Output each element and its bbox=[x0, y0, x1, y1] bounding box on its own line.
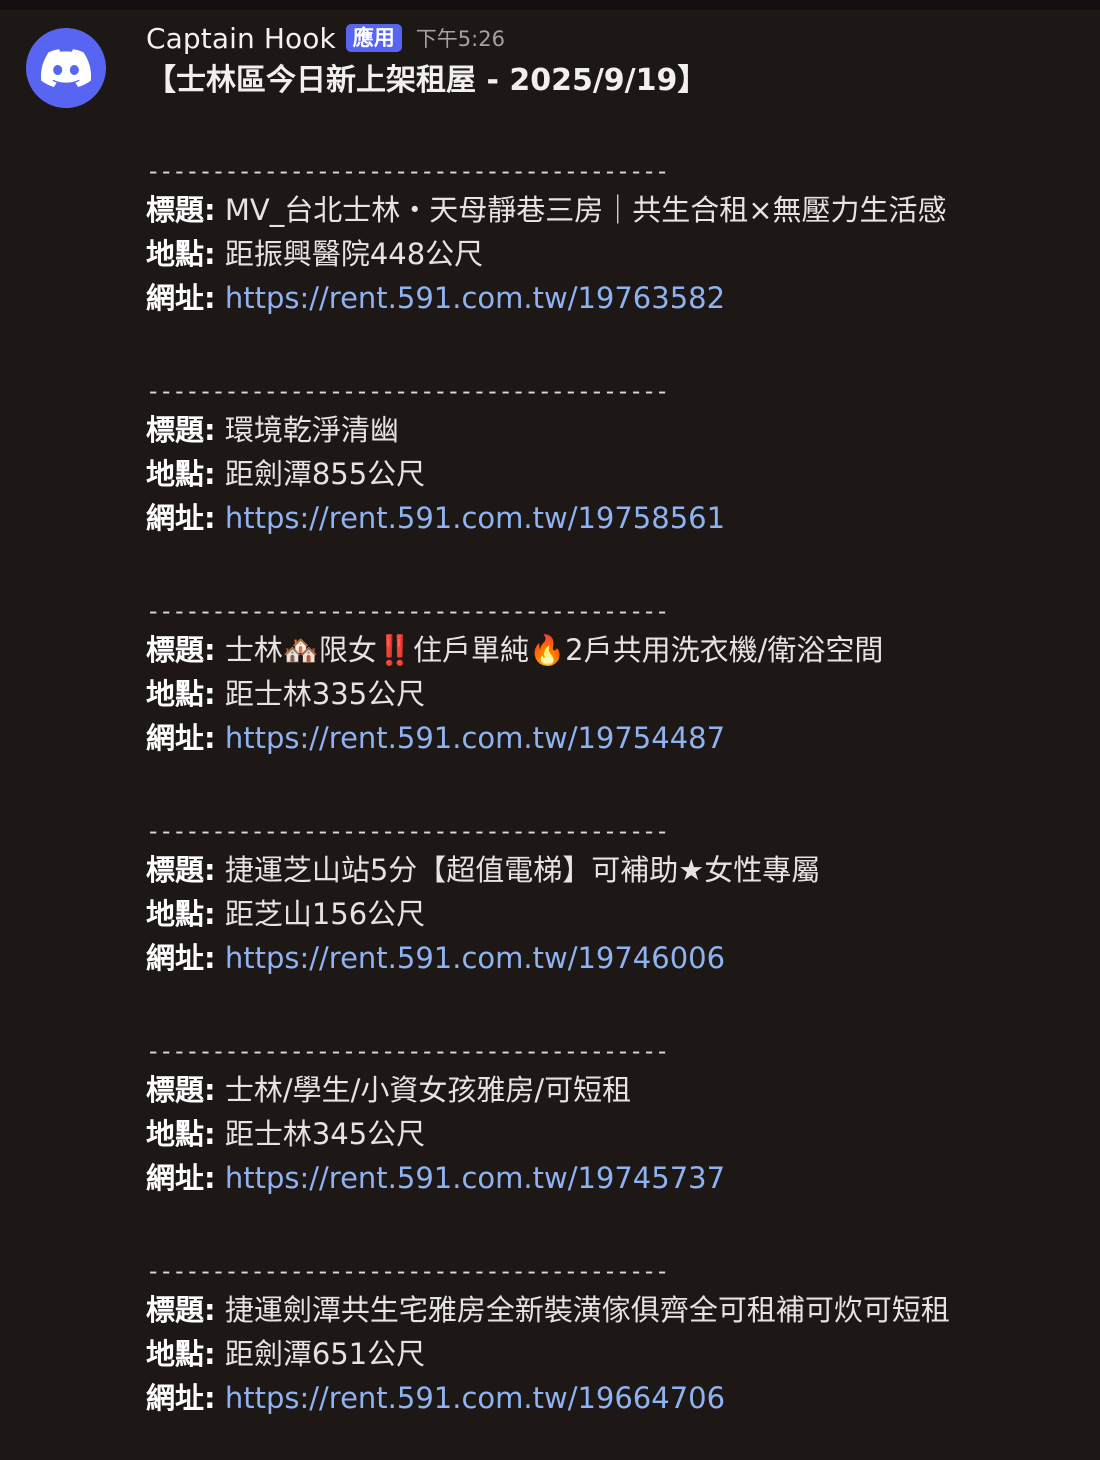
avatar[interactable] bbox=[26, 28, 106, 108]
title-label: 標題: bbox=[146, 633, 216, 667]
divider-line: ---------------------------------------- bbox=[146, 1257, 669, 1285]
listing-item: ----------------------------------------… bbox=[146, 1254, 1086, 1420]
divider-line: ---------------------------------------- bbox=[146, 817, 669, 845]
location-label: 地點: bbox=[146, 897, 216, 931]
listing-title: 士林🏘️限女‼️住戶單純🔥2戶共用洗衣機/衛浴空間 bbox=[224, 633, 884, 667]
title-label: 標題: bbox=[146, 1293, 216, 1327]
location-label: 地點: bbox=[146, 1337, 216, 1371]
listing-item: ----------------------------------------… bbox=[146, 594, 1086, 760]
listing-link[interactable]: https://rent.591.com.tw/19746006 bbox=[225, 941, 725, 975]
listing-title: MV_台北士林・天母靜巷三房｜共生合租×無壓力生活感 bbox=[224, 193, 947, 227]
author-name[interactable]: Captain Hook bbox=[146, 22, 336, 55]
location-label: 地點: bbox=[146, 1117, 216, 1151]
listing-title-row: 標題: 士林/學生/小資女孩雅房/可短租 bbox=[146, 1068, 1086, 1112]
listing-location: 距士林345公尺 bbox=[224, 1117, 426, 1151]
listing-title-row: 標題: MV_台北士林・天母靜巷三房｜共生合租×無壓力生活感 bbox=[146, 188, 1086, 232]
listing-title-row: 標題: 環境乾淨清幽 bbox=[146, 408, 1086, 452]
listing-location-row: 地點: 距振興醫院448公尺 bbox=[146, 232, 1086, 276]
listing-title: 捷運芝山站5分【超值電梯】可補助★女性專屬 bbox=[224, 853, 821, 887]
listing-title-row: 標題: 捷運劍潭共生宅雅房全新裝潢傢俱齊全可租補可炊可短租 bbox=[146, 1288, 1086, 1332]
url-label: 網址: bbox=[146, 281, 216, 315]
message-content: 【士林區今日新上架租屋 - 2025/9/19】 ---------------… bbox=[146, 56, 1086, 1415]
app-badge: 應用 bbox=[345, 24, 402, 52]
listing-link[interactable]: https://rent.591.com.tw/19758561 bbox=[225, 501, 725, 535]
listing-item: ----------------------------------------… bbox=[146, 1034, 1086, 1200]
listing-title: 捷運劍潭共生宅雅房全新裝潢傢俱齊全可租補可炊可短租 bbox=[224, 1293, 950, 1327]
url-label: 網址: bbox=[146, 501, 216, 535]
top-strip bbox=[0, 0, 1100, 10]
listing-item: ----------------------------------------… bbox=[146, 154, 1086, 320]
url-label: 網址: bbox=[146, 1161, 216, 1195]
listing-location: 距劍潭855公尺 bbox=[224, 457, 426, 491]
listing-url-row: 網址: https://rent.591.com.tw/19745737 bbox=[146, 1156, 1086, 1200]
discord-logo-icon bbox=[41, 49, 91, 87]
divider-line: ---------------------------------------- bbox=[146, 1037, 669, 1065]
listing-location: 距劍潭651公尺 bbox=[224, 1337, 426, 1371]
divider-line: ---------------------------------------- bbox=[146, 597, 669, 625]
listing-item: ----------------------------------------… bbox=[146, 814, 1086, 980]
listing-title-row: 標題: 捷運芝山站5分【超值電梯】可補助★女性專屬 bbox=[146, 848, 1086, 892]
message-headline: 【士林區今日新上架租屋 - 2025/9/19】 bbox=[146, 63, 708, 98]
url-label: 網址: bbox=[146, 1381, 216, 1415]
listing-location-row: 地點: 距士林335公尺 bbox=[146, 672, 1086, 716]
title-label: 標題: bbox=[146, 413, 216, 447]
divider-line: ---------------------------------------- bbox=[146, 377, 669, 405]
listing-url-row: 網址: https://rent.591.com.tw/19664706 bbox=[146, 1376, 1086, 1420]
divider-line: ---------------------------------------- bbox=[146, 157, 669, 185]
listing-title: 士林/學生/小資女孩雅房/可短租 bbox=[224, 1073, 632, 1107]
listing-location-row: 地點: 距士林345公尺 bbox=[146, 1112, 1086, 1156]
listing-link[interactable]: https://rent.591.com.tw/19745737 bbox=[225, 1161, 725, 1195]
location-label: 地點: bbox=[146, 677, 216, 711]
listing-location-row: 地點: 距劍潭651公尺 bbox=[146, 1332, 1086, 1376]
title-label: 標題: bbox=[146, 193, 216, 227]
listing-link[interactable]: https://rent.591.com.tw/19763582 bbox=[225, 281, 725, 315]
message-header: Captain Hook 應用 下午5:26 bbox=[146, 16, 505, 60]
location-label: 地點: bbox=[146, 457, 216, 491]
listing-title-row: 標題: 士林🏘️限女‼️住戶單純🔥2戶共用洗衣機/衛浴空間 bbox=[146, 628, 1086, 672]
listing-url-row: 網址: https://rent.591.com.tw/19754487 bbox=[146, 716, 1086, 760]
location-label: 地點: bbox=[146, 237, 216, 271]
url-label: 網址: bbox=[146, 721, 216, 755]
chat-message: Captain Hook 應用 下午5:26 【士林區今日新上架租屋 - 202… bbox=[0, 10, 1100, 1460]
listing-item: ----------------------------------------… bbox=[146, 374, 1086, 540]
listing-url-row: 網址: https://rent.591.com.tw/19746006 bbox=[146, 936, 1086, 980]
message-timestamp[interactable]: 下午5:26 bbox=[416, 23, 505, 53]
listing-link[interactable]: https://rent.591.com.tw/19664706 bbox=[225, 1381, 725, 1415]
listing-link[interactable]: https://rent.591.com.tw/19754487 bbox=[225, 721, 725, 755]
listing-title: 環境乾淨清幽 bbox=[224, 413, 399, 447]
listing-location: 距芝山156公尺 bbox=[224, 897, 426, 931]
listing-url-row: 網址: https://rent.591.com.tw/19763582 bbox=[146, 276, 1086, 320]
listing-location-row: 地點: 距芝山156公尺 bbox=[146, 892, 1086, 936]
listing-location: 距士林335公尺 bbox=[224, 677, 426, 711]
listing-url-row: 網址: https://rent.591.com.tw/19758561 bbox=[146, 496, 1086, 540]
title-label: 標題: bbox=[146, 853, 216, 887]
listing-location: 距振興醫院448公尺 bbox=[224, 237, 484, 271]
url-label: 網址: bbox=[146, 941, 216, 975]
title-label: 標題: bbox=[146, 1073, 216, 1107]
listing-location-row: 地點: 距劍潭855公尺 bbox=[146, 452, 1086, 496]
